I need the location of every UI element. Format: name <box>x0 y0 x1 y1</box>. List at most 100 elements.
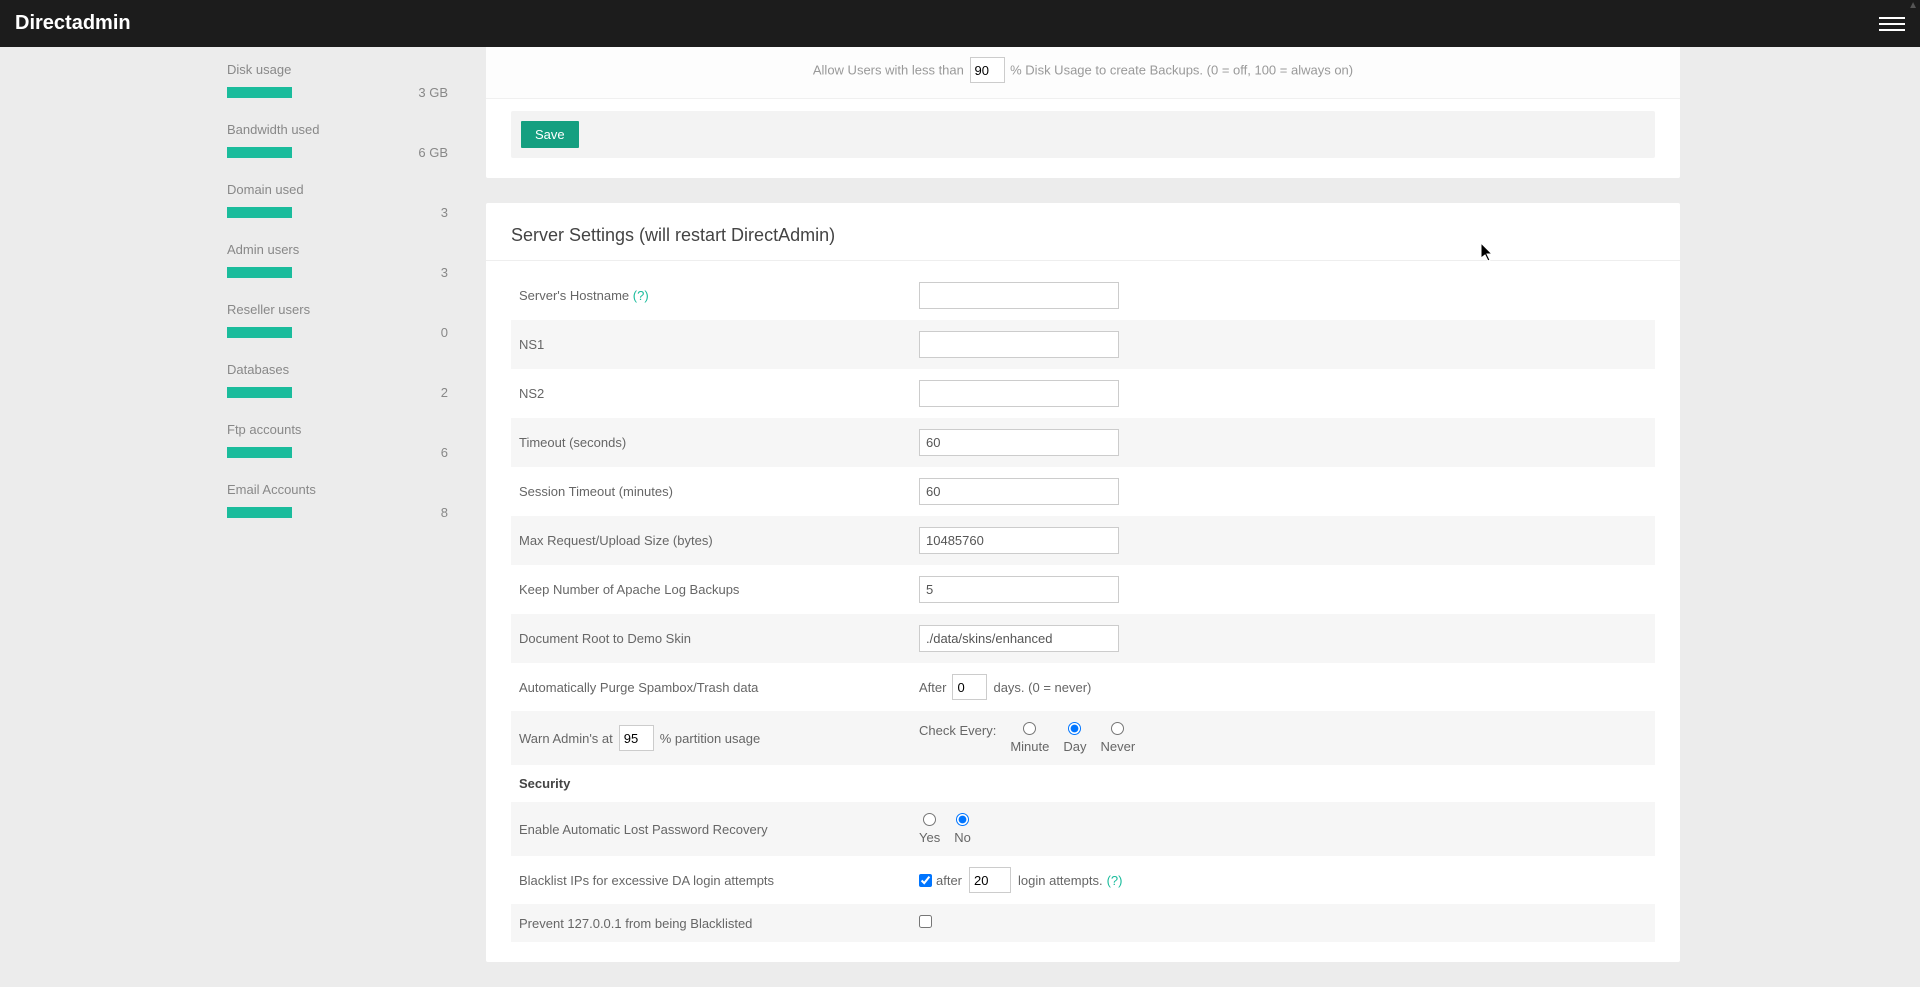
purge-suffix: days. (0 = never) <box>993 680 1091 695</box>
purge-days-input[interactable] <box>952 674 987 700</box>
row-timeout: Timeout (seconds) <box>511 418 1655 467</box>
row-warn: Warn Admin's at % partition usage Check … <box>511 711 1655 765</box>
stat-label: Email Accounts <box>227 482 448 497</box>
row-lost-password: Enable Automatic Lost Password Recovery … <box>511 802 1655 856</box>
radio-minute[interactable]: Minute <box>1010 722 1049 754</box>
blacklist-checkbox[interactable] <box>919 874 932 887</box>
menu-icon[interactable] <box>1879 11 1905 37</box>
session-timeout-input[interactable] <box>919 478 1119 505</box>
stat-label: Bandwidth used <box>227 122 448 137</box>
field-label: Session Timeout (minutes) <box>519 484 673 499</box>
row-security-header: Security <box>511 765 1655 802</box>
stat-value: 6 <box>441 445 448 460</box>
scroll-up-icon[interactable]: ▲ <box>1908 0 1918 11</box>
radio-day-input[interactable] <box>1068 722 1081 735</box>
row-ns2: NS2 <box>511 369 1655 418</box>
field-label: Enable Automatic Lost Password Recovery <box>519 822 768 837</box>
save-button[interactable]: Save <box>521 121 579 148</box>
ns2-input[interactable] <box>919 380 1119 407</box>
progress-bar <box>227 387 292 398</box>
field-label: Keep Number of Apache Log Backups <box>519 582 739 597</box>
stat-label: Domain used <box>227 182 448 197</box>
progress-bar <box>227 147 292 158</box>
stat-label: Admin users <box>227 242 448 257</box>
field-label: Max Request/Upload Size (bytes) <box>519 533 713 548</box>
server-settings-card: Server Settings (will restart DirectAdmi… <box>486 203 1680 962</box>
docroot-input[interactable] <box>919 625 1119 652</box>
brand-title[interactable]: Directadmin <box>15 12 131 35</box>
settings-table: Server's Hostname (?) NS1 NS2 Timeout (s… <box>511 271 1655 942</box>
help-link[interactable]: (?) <box>633 288 649 303</box>
radio-never-input[interactable] <box>1111 722 1124 735</box>
radio-day[interactable]: Day <box>1063 722 1086 754</box>
stat-label: Ftp accounts <box>227 422 448 437</box>
radio-no-input[interactable] <box>956 813 969 826</box>
progress-bar <box>227 207 292 218</box>
warn-percent-input[interactable] <box>619 725 654 751</box>
row-docroot: Document Root to Demo Skin <box>511 614 1655 663</box>
main-content: Allow Users with less than % Disk Usage … <box>486 47 1680 987</box>
radio-no[interactable]: No <box>954 813 971 845</box>
stat-label: Databases <box>227 362 448 377</box>
timeout-input[interactable] <box>919 429 1119 456</box>
max-request-input[interactable] <box>919 527 1119 554</box>
blacklist-suffix: login attempts. <box>1018 873 1103 888</box>
stats-sidebar: Disk usage 3 GB Bandwidth used 6 GB Doma… <box>225 47 450 987</box>
ns1-input[interactable] <box>919 331 1119 358</box>
row-ns1: NS1 <box>511 320 1655 369</box>
progress-bar <box>227 327 292 338</box>
progress-bar <box>227 267 292 278</box>
stat-value: 3 <box>441 205 448 220</box>
stat-email: Email Accounts 8 <box>225 482 450 520</box>
backup-percent-input[interactable] <box>970 57 1005 83</box>
security-heading: Security <box>519 776 570 791</box>
backup-setting-row: Allow Users with less than % Disk Usage … <box>486 47 1680 99</box>
row-session-timeout: Session Timeout (minutes) <box>511 467 1655 516</box>
stat-value: 8 <box>441 505 448 520</box>
stat-reseller-users: Reseller users 0 <box>225 302 450 340</box>
hostname-input[interactable] <box>919 282 1119 309</box>
field-label: Server's Hostname <box>519 288 629 303</box>
row-blacklist: Blacklist IPs for excessive DA login att… <box>511 856 1655 904</box>
progress-bar <box>227 507 292 518</box>
radio-yes-input[interactable] <box>923 813 936 826</box>
save-bar: Save <box>511 111 1655 158</box>
stat-value: 6 GB <box>418 145 448 160</box>
field-label: Automatically Purge Spambox/Trash data <box>519 680 758 695</box>
stat-value: 0 <box>441 325 448 340</box>
progress-bar <box>227 447 292 458</box>
row-prevent-loopback: Prevent 127.0.0.1 from being Blacklisted <box>511 904 1655 942</box>
radio-minute-input[interactable] <box>1023 722 1036 735</box>
backup-prefix: Allow Users with less than <box>813 63 964 78</box>
help-link[interactable]: (?) <box>1107 873 1123 888</box>
field-label: Timeout (seconds) <box>519 435 626 450</box>
stat-ftp: Ftp accounts 6 <box>225 422 450 460</box>
warn-prefix: Warn Admin's at <box>519 731 613 746</box>
app-header: Directadmin <box>0 0 1920 47</box>
prevent-loopback-checkbox[interactable] <box>919 915 932 928</box>
row-max-request: Max Request/Upload Size (bytes) <box>511 516 1655 565</box>
radio-never[interactable]: Never <box>1100 722 1135 754</box>
field-label: NS2 <box>519 386 544 401</box>
stat-label: Disk usage <box>227 62 448 77</box>
stat-label: Reseller users <box>227 302 448 317</box>
field-label: Document Root to Demo Skin <box>519 631 691 646</box>
stat-domain: Domain used 3 <box>225 182 450 220</box>
field-label: Blacklist IPs for excessive DA login att… <box>519 873 774 888</box>
apache-backups-input[interactable] <box>919 576 1119 603</box>
section-title: Server Settings (will restart DirectAdmi… <box>486 203 1680 261</box>
stat-admin-users: Admin users 3 <box>225 242 450 280</box>
backup-card: Allow Users with less than % Disk Usage … <box>486 47 1680 178</box>
radio-yes[interactable]: Yes <box>919 813 940 845</box>
backup-suffix: % Disk Usage to create Backups. (0 = off… <box>1010 63 1353 78</box>
blacklist-attempts-input[interactable] <box>969 867 1011 893</box>
blacklist-prefix: after <box>936 873 962 888</box>
progress-bar <box>227 87 292 98</box>
stat-value: 3 GB <box>418 85 448 100</box>
stat-databases: Databases 2 <box>225 362 450 400</box>
field-label: Prevent 127.0.0.1 from being Blacklisted <box>519 916 752 931</box>
row-apache-backups: Keep Number of Apache Log Backups <box>511 565 1655 614</box>
stat-value: 2 <box>441 385 448 400</box>
stat-value: 3 <box>441 265 448 280</box>
purge-prefix: After <box>919 680 946 695</box>
